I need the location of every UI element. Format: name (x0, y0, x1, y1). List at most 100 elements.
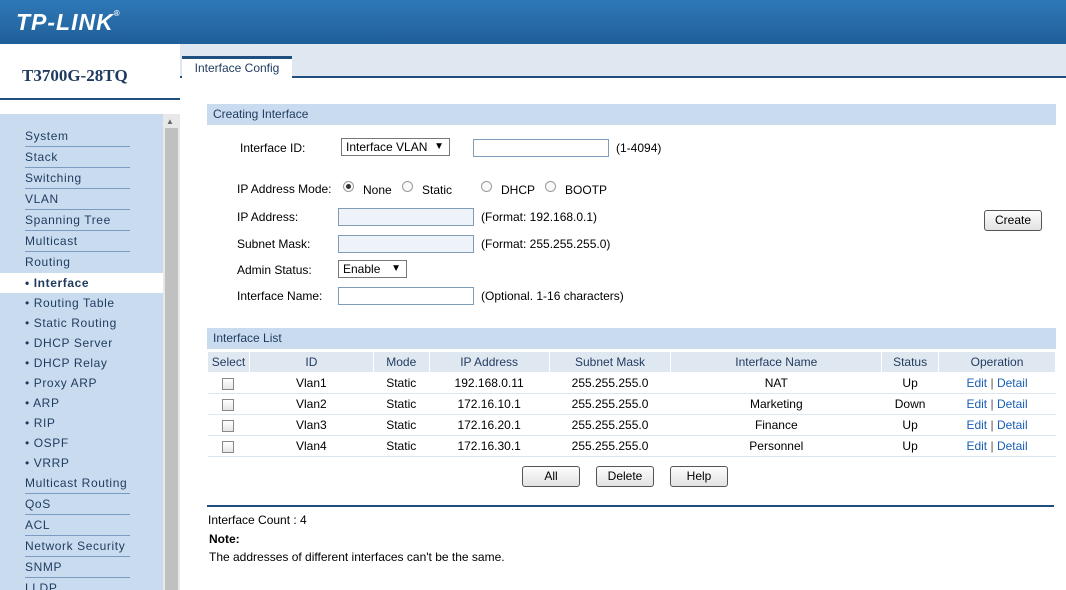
col-id: ID (248, 351, 374, 373)
delete-button[interactable]: Delete (596, 466, 654, 487)
subnet-mask-hint: (Format: 255.255.255.0) (481, 237, 611, 251)
nav-sub-vrrp[interactable]: • VRRP (25, 453, 69, 473)
nav-sub-ospf[interactable]: • OSPF (25, 433, 69, 453)
detail-link[interactable]: Detail (997, 397, 1028, 411)
radio-static[interactable] (402, 181, 413, 192)
subnet-mask-label: Subnet Mask: (237, 237, 311, 251)
nav-item-multicast-routing[interactable]: Multicast Routing (25, 473, 130, 494)
nav-sub-routing-table[interactable]: • Routing Table (25, 293, 115, 313)
note-text: The addresses of different interfaces ca… (209, 550, 505, 564)
interface-name-label: Interface Name: (237, 289, 323, 303)
admin-status-select[interactable]: Enable ▼ (338, 260, 407, 278)
row-checkbox[interactable] (221, 419, 234, 432)
nav-item-qos[interactable]: QoS (25, 494, 130, 515)
nav-item-system[interactable]: System (25, 126, 130, 147)
interface-id-input[interactable] (473, 139, 609, 157)
subnet-mask-input[interactable] (338, 235, 474, 253)
table-row: Vlan2 Static 172.16.10.1 255.255.255.0 Marke… (207, 393, 1056, 415)
nav-sub-rip[interactable]: • RIP (25, 413, 56, 433)
detail-link[interactable]: Detail (997, 376, 1028, 390)
nav-item-routing[interactable]: Routing (25, 252, 130, 273)
cell-operation: Edit | Detail (938, 372, 1056, 394)
cell-id: Vlan2 (249, 393, 374, 415)
interface-id-hint: (1-4094) (616, 141, 662, 155)
radio-dhcp-label: DHCP (501, 183, 536, 197)
radio-dhcp[interactable] (481, 181, 492, 192)
cell-name: Personnel (670, 435, 882, 457)
interface-id-select[interactable]: Interface VLAN ▼ (341, 138, 450, 156)
col-ip: IP Address (428, 351, 550, 373)
row-checkbox[interactable] (221, 377, 234, 390)
nav-item-multicast[interactable]: Multicast (25, 231, 130, 252)
table-row: Vlan4 Static 172.16.30.1 255.255.255.0 Perso… (207, 435, 1056, 457)
cell-mask: 255.255.255.0 (549, 393, 671, 415)
help-button[interactable]: Help (670, 466, 728, 487)
radio-none[interactable] (343, 181, 354, 192)
nav-item-switching[interactable]: Switching (25, 168, 130, 189)
model-box: T3700G-28TQ (0, 44, 180, 100)
nav-item-snmp[interactable]: SNMP (25, 557, 130, 578)
cell-name: Marketing (670, 393, 882, 415)
interface-id-label: Interface ID: (240, 141, 306, 155)
cell-mask: 255.255.255.0 (549, 372, 671, 394)
edit-link[interactable]: Edit (966, 376, 987, 390)
tab-interface-config[interactable]: Interface Config (182, 56, 292, 80)
ip-address-input[interactable] (338, 208, 474, 226)
nav-item-spanning-tree[interactable]: Spanning Tree (25, 210, 130, 231)
nav-sub-dhcp-relay[interactable]: • DHCP Relay (25, 353, 108, 373)
row-checkbox[interactable] (221, 440, 234, 453)
nav-item-lldp[interactable]: LLDP (25, 578, 130, 590)
cell-mode: Static (373, 393, 430, 415)
admin-status-label: Admin Status: (237, 263, 312, 277)
col-status: Status (881, 351, 940, 373)
nav-item-vlan[interactable]: VLAN (25, 189, 130, 210)
cell-status: Up (881, 372, 939, 394)
nav-sub-arp[interactable]: • ARP (25, 393, 60, 413)
edit-link[interactable]: Edit (966, 418, 987, 432)
ip-mode-label: IP Address Mode: (237, 182, 332, 196)
scrollbar-thumb[interactable] (165, 128, 178, 590)
row-checkbox[interactable] (221, 398, 234, 411)
table-row: Vlan3 Static 172.16.20.1 255.255.255.0 Finan… (207, 414, 1056, 436)
edit-link[interactable]: Edit (966, 397, 987, 411)
nav-item-acl[interactable]: ACL (25, 515, 130, 536)
detail-link[interactable]: Detail (997, 418, 1028, 432)
tab-bar: Interface Config (180, 44, 1066, 80)
dropdown-arrow-icon: ▼ (391, 263, 401, 274)
interface-name-hint: (Optional. 1-16 characters) (481, 289, 624, 303)
cell-status: Up (881, 414, 939, 436)
interface-table: Select ID Mode IP Address Subnet Mask In… (207, 351, 1056, 457)
cell-status: Up (881, 435, 939, 457)
detail-link[interactable]: Detail (997, 439, 1028, 453)
cell-mode: Static (373, 372, 430, 394)
nav-sub-interface[interactable]: • Interface (0, 273, 163, 293)
cell-ip: 172.16.10.1 (429, 393, 550, 415)
row-select-cell (207, 414, 250, 436)
radio-bootp[interactable] (545, 181, 556, 192)
cell-name: NAT (670, 372, 882, 394)
select-all-button[interactable]: All (522, 466, 580, 487)
cell-ip: 192.168.0.11 (429, 372, 550, 394)
cell-operation: Edit | Detail (938, 414, 1056, 436)
sidebar: System Stack Switching VLAN Spanning Tree Mul… (0, 114, 163, 590)
table-header-row: Select ID Mode IP Address Subnet Mask In… (207, 351, 1056, 373)
nav-item-stack[interactable]: Stack (25, 147, 130, 168)
nav-sub-proxy-arp[interactable]: • Proxy ARP (25, 373, 97, 393)
scroll-up-arrow-icon[interactable]: ▲ (166, 117, 174, 126)
nav-item-network-security[interactable]: Network Security (25, 536, 130, 557)
cell-ip: 172.16.20.1 (429, 414, 550, 436)
tp-link-logo: TP-LINK® (16, 9, 121, 35)
sidebar-scrollbar[interactable]: ▲ (163, 114, 180, 590)
cell-id: Vlan4 (249, 435, 374, 457)
creating-interface-header: Creating Interface (207, 104, 1056, 125)
cell-mode: Static (373, 414, 430, 436)
edit-link[interactable]: Edit (966, 439, 987, 453)
create-button[interactable]: Create (984, 210, 1042, 231)
nav-sub-dhcp-server[interactable]: • DHCP Server (25, 333, 113, 353)
interface-name-input[interactable] (338, 287, 474, 305)
col-mode: Mode (372, 351, 430, 373)
nav-sub-static-routing[interactable]: • Static Routing (25, 313, 117, 333)
cell-operation: Edit | Detail (938, 435, 1056, 457)
top-bar: TP-LINK® (0, 0, 1066, 44)
cell-status: Down (881, 393, 939, 415)
